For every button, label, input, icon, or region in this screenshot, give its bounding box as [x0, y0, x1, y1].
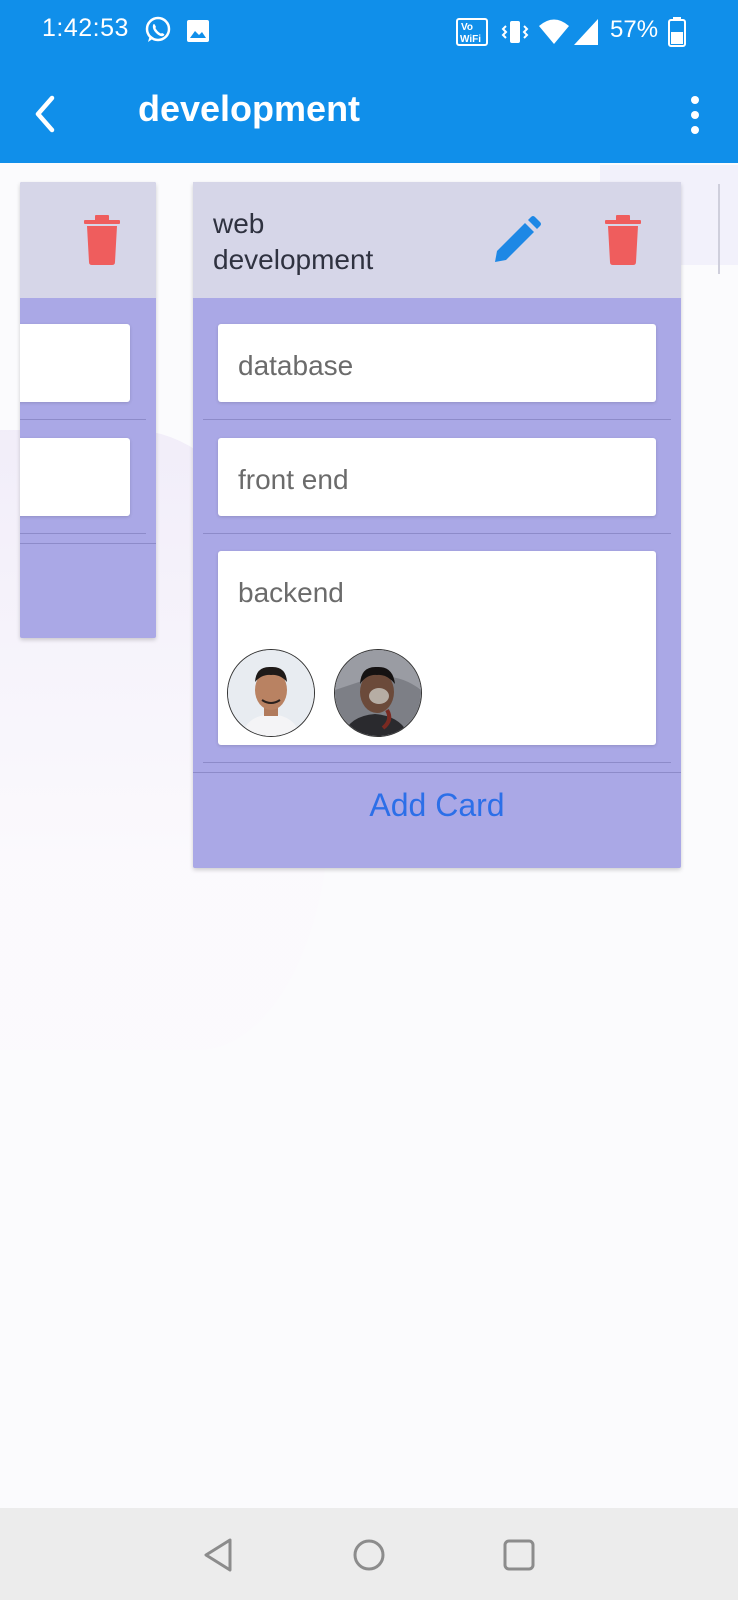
card-divider	[20, 543, 156, 544]
image-icon	[187, 20, 209, 42]
delete-icon[interactable]	[82, 214, 122, 266]
edit-pencil-icon[interactable]	[491, 216, 541, 266]
add-card-button[interactable]: Add Card	[193, 774, 681, 836]
column-header: web development	[193, 182, 681, 298]
signal-icon	[574, 19, 598, 45]
status-bar: 1:42:53 Vo WiFi 57%	[0, 0, 738, 64]
card-divider	[203, 533, 671, 534]
nav-back-icon[interactable]	[196, 1532, 242, 1578]
status-time: 1:42:53	[42, 14, 129, 42]
card[interactable]	[20, 438, 130, 516]
member-avatar[interactable]	[227, 649, 315, 737]
column-title: web development	[213, 206, 463, 278]
wifi-icon	[539, 19, 569, 44]
card-title: database	[238, 350, 354, 381]
nav-recents-icon[interactable]	[496, 1532, 542, 1578]
person-avatar-icon	[335, 650, 421, 736]
card-divider	[20, 533, 146, 534]
card[interactable]	[20, 324, 130, 402]
whatsapp-icon	[145, 16, 171, 42]
card-title: front end	[238, 464, 349, 495]
card-divider	[203, 762, 671, 763]
nav-home-icon[interactable]	[346, 1532, 392, 1578]
card-divider	[20, 419, 146, 420]
back-arrow-icon[interactable]	[22, 86, 78, 142]
column-title-line: web	[213, 208, 265, 239]
app-bar: development	[0, 64, 738, 163]
member-avatar[interactable]	[334, 649, 422, 737]
card-divider	[193, 772, 681, 773]
board-column-web-development: web development database front end backe…	[193, 182, 681, 868]
svg-text:Vo: Vo	[461, 22, 473, 33]
svg-text:WiFi: WiFi	[460, 34, 481, 45]
card-database[interactable]: database	[218, 324, 656, 402]
page-title: development	[138, 88, 361, 129]
battery-percent: 57%	[610, 16, 659, 43]
system-nav-bar	[0, 1508, 738, 1600]
more-vert-icon[interactable]	[680, 88, 710, 142]
card-backend[interactable]: backend	[218, 551, 656, 745]
board-column-previous	[20, 182, 156, 638]
card-title: backend	[238, 577, 344, 608]
vibrate-icon	[501, 21, 529, 43]
card-divider	[203, 419, 671, 420]
column-header	[20, 182, 156, 298]
delete-icon[interactable]	[603, 214, 643, 266]
person-avatar-icon	[228, 650, 314, 736]
volte-wifi-icon: Vo WiFi	[456, 18, 488, 46]
battery-icon	[668, 17, 686, 47]
card-front-end[interactable]: front end	[218, 438, 656, 516]
next-column-edge	[718, 184, 720, 274]
column-title-line: development	[213, 244, 374, 275]
